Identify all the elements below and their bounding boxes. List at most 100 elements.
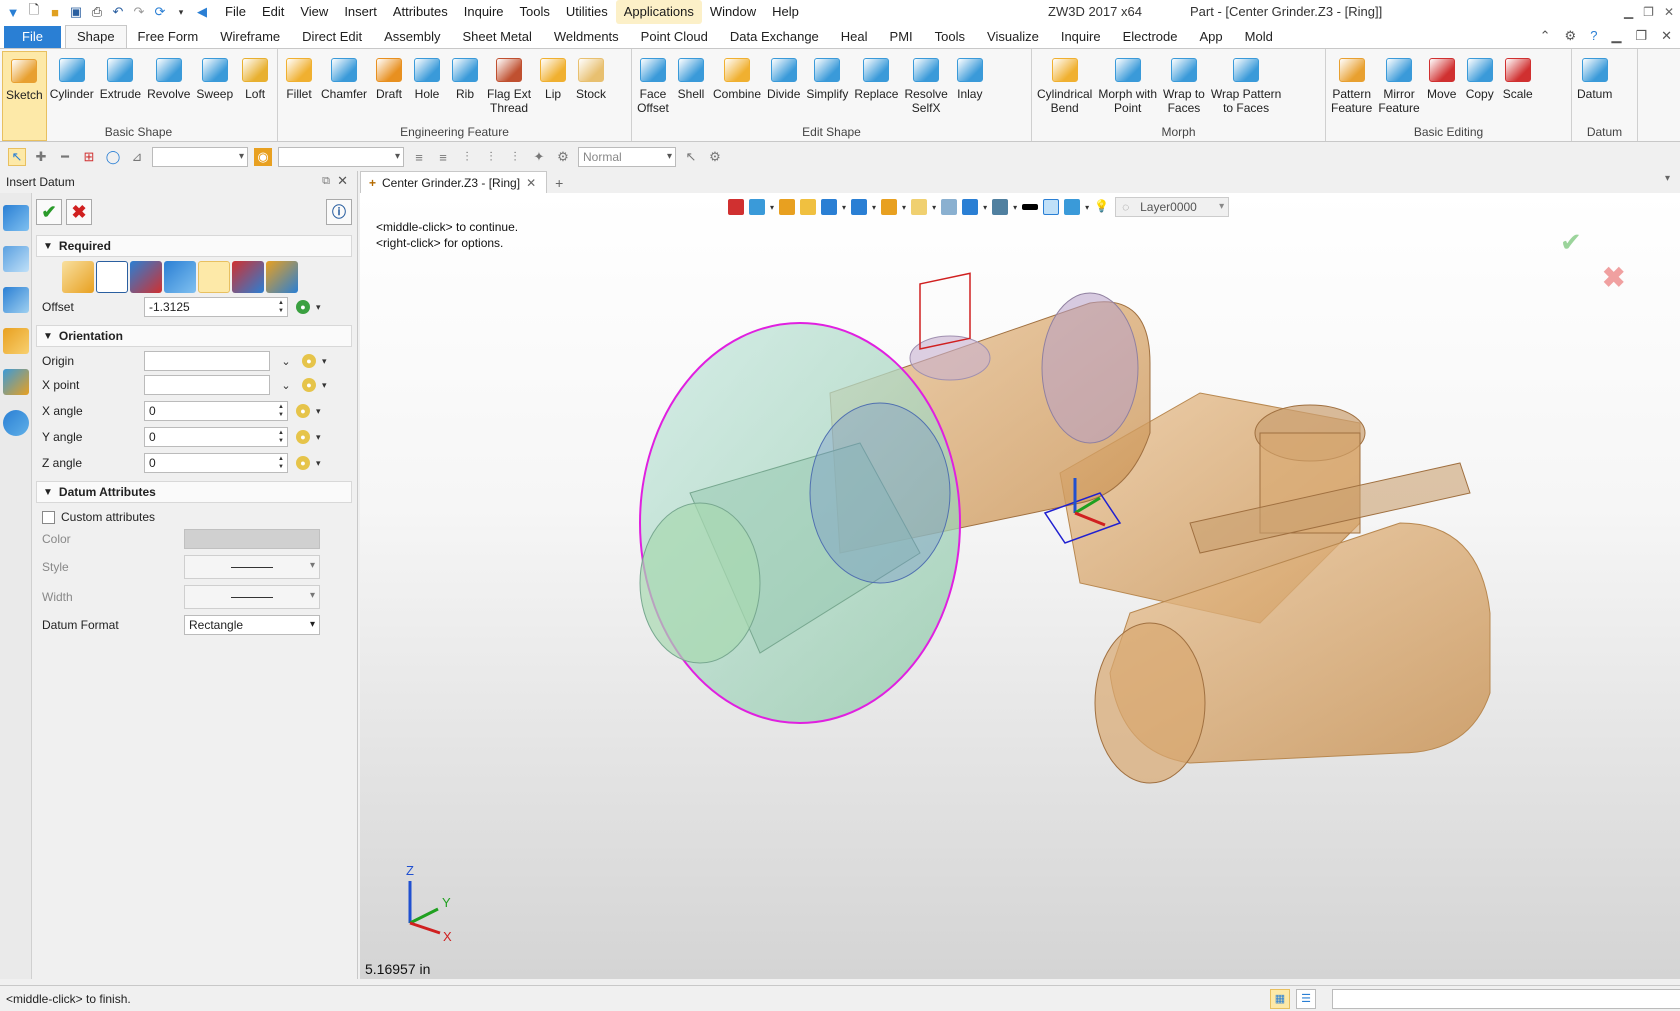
zoom-icon[interactable] [911,199,928,215]
align-icon-2[interactable]: ≡ [434,148,452,166]
section-icon[interactable] [962,199,979,215]
line-style-icon[interactable] [1022,204,1039,210]
doc-restore-icon[interactable]: ❐ [1635,24,1647,48]
menu-attributes[interactable]: Attributes [385,0,456,24]
document-tab-close-icon[interactable]: ✕ [526,176,536,190]
tab-data-exchange[interactable]: Data Exchange [719,26,830,48]
yangle-dropdown-icon[interactable]: ▾ [316,432,321,443]
layer-select[interactable]: Layer0000 [1115,197,1230,217]
xangle-pick-icon[interactable]: ● [296,404,310,418]
xangle-input[interactable]: 0 [144,401,288,421]
doc-close-icon[interactable]: ✕ [1661,24,1672,48]
layer-dropdown-icon[interactable]: ▾ [1085,203,1089,212]
zangle-input[interactable]: 0 [144,453,288,473]
exit-view-icon[interactable] [728,199,744,215]
align-icon-3[interactable]: ⫶ [458,148,476,166]
origin-input[interactable] [144,351,270,371]
orient-dropdown-icon[interactable]: ▾ [770,203,774,212]
accept-check-icon[interactable]: ✔ [1560,227,1582,258]
align-icon-5[interactable]: ⫶ [506,148,524,166]
menu-help[interactable]: Help [764,0,807,24]
tab-shape[interactable]: Shape [64,25,127,48]
cancel-button[interactable]: ✖ [66,199,92,225]
xpoint-input[interactable] [144,375,270,395]
tab-pmi[interactable]: PMI [879,26,924,48]
datum-format-select[interactable]: Rectangle [184,615,320,635]
datum-angle-icon[interactable] [130,261,162,293]
tab-mold[interactable]: Mold [1234,26,1284,48]
tab-inquire[interactable]: Inquire [1050,26,1112,48]
print-icon[interactable]: ⎙ [88,3,106,21]
origin-expand-icon[interactable]: ⌄ [278,353,294,369]
help-icon[interactable]: ? [1590,24,1597,48]
minimize-icon[interactable]: ▁ [1624,0,1633,24]
origin-pick-icon[interactable]: ● [302,354,316,368]
menu-tools[interactable]: Tools [512,0,558,24]
zangle-pick-icon[interactable]: ● [296,456,310,470]
cad-model[interactable] [360,193,1680,979]
menu-utilities[interactable]: Utilities [558,0,616,24]
xpoint-pick-icon[interactable]: ● [302,378,316,392]
display-mode-icon[interactable] [851,199,868,215]
render-dropdown-icon[interactable]: ▾ [902,203,906,212]
offset-dropdown-icon[interactable]: ▾ [316,302,321,313]
rebuild-icon[interactable]: ⟳ [151,3,169,21]
xangle-dropdown-icon[interactable]: ▾ [316,406,321,417]
pick-filter-icon[interactable]: ◉ [254,148,272,166]
align-icon-1[interactable]: ≡ [410,148,428,166]
tab-point-cloud[interactable]: Point Cloud [630,26,719,48]
align-icon-4[interactable]: ⫶ [482,148,500,166]
shading-icon[interactable] [779,199,796,215]
datum-3point-icon[interactable] [96,261,128,293]
menu-edit[interactable]: Edit [254,0,292,24]
cube-view-icon[interactable] [800,199,817,215]
tab-electrode[interactable]: Electrode [1112,26,1189,48]
ok-button[interactable]: ✔ [36,199,62,225]
menu-view[interactable]: View [292,0,336,24]
3d-viewport[interactable]: ▾ ▾ ▾ ▾ ▾ ▾ ▾ ▾ 💡 Layer0000 <middle-clic… [360,193,1680,979]
pin-icon[interactable]: ✦ [530,148,548,166]
iso-view-icon[interactable] [821,199,838,215]
redo-icon[interactable]: ↷ [130,3,148,21]
tab-list-icon[interactable]: ▾ [1665,173,1670,184]
open-file-icon[interactable]: ■ [46,3,64,21]
view-manager-icon[interactable] [3,369,29,395]
assembly-tree-icon[interactable] [3,287,29,313]
remove-select-icon[interactable]: ━ [56,148,74,166]
part-icon[interactable] [3,328,29,354]
box-select-icon[interactable]: ⊞ [80,148,98,166]
cursor-icon[interactable]: ↖ [682,148,700,166]
iso-dropdown-icon[interactable]: ▾ [842,203,846,212]
save-icon[interactable]: ▣ [67,3,85,21]
datum-offset-icon[interactable] [198,261,230,293]
section-orientation[interactable]: ▼ Orientation [36,325,352,347]
qat-dropdown-icon[interactable]: ▾ [172,3,190,21]
close-window-icon[interactable]: ✕ [1664,0,1674,24]
yangle-pick-icon[interactable]: ● [296,430,310,444]
yangle-input[interactable]: 0 [144,427,288,447]
user-icon[interactable] [3,410,29,436]
tab-sheet-metal[interactable]: Sheet Metal [452,26,543,48]
tab-assembly[interactable]: Assembly [373,26,451,48]
tab-file[interactable]: File [4,26,61,48]
tab-tools[interactable]: Tools [924,26,976,48]
custom-attr-checkbox[interactable] [42,510,55,524]
gear-small-icon[interactable]: ⚙ [706,148,724,166]
panel-pin-icon[interactable]: ⧉ [322,175,330,188]
tab-direct-edit[interactable]: Direct Edit [291,26,373,48]
section-dropdown-icon[interactable]: ▾ [983,203,987,212]
cancel-x-icon[interactable]: ✖ [1602,261,1625,294]
offset-input[interactable]: -1.3125 [144,297,288,317]
fit-icon[interactable] [941,199,958,215]
collapse-ribbon-icon[interactable]: ⌃ [1540,24,1551,48]
tab-weldments[interactable]: Weldments [543,26,630,48]
layer-icon[interactable] [1064,199,1081,215]
pick-combo[interactable] [278,147,404,167]
render-icon[interactable] [881,199,898,215]
origin-dropdown-icon[interactable]: ▾ [322,356,327,367]
menu-insert[interactable]: Insert [336,0,385,24]
lasso-select-icon[interactable]: ◯ [104,148,122,166]
new-file-icon[interactable]: 🗋 [25,2,43,21]
menu-window[interactable]: Window [702,0,764,24]
bulb-icon[interactable]: 💡 [1094,199,1110,215]
